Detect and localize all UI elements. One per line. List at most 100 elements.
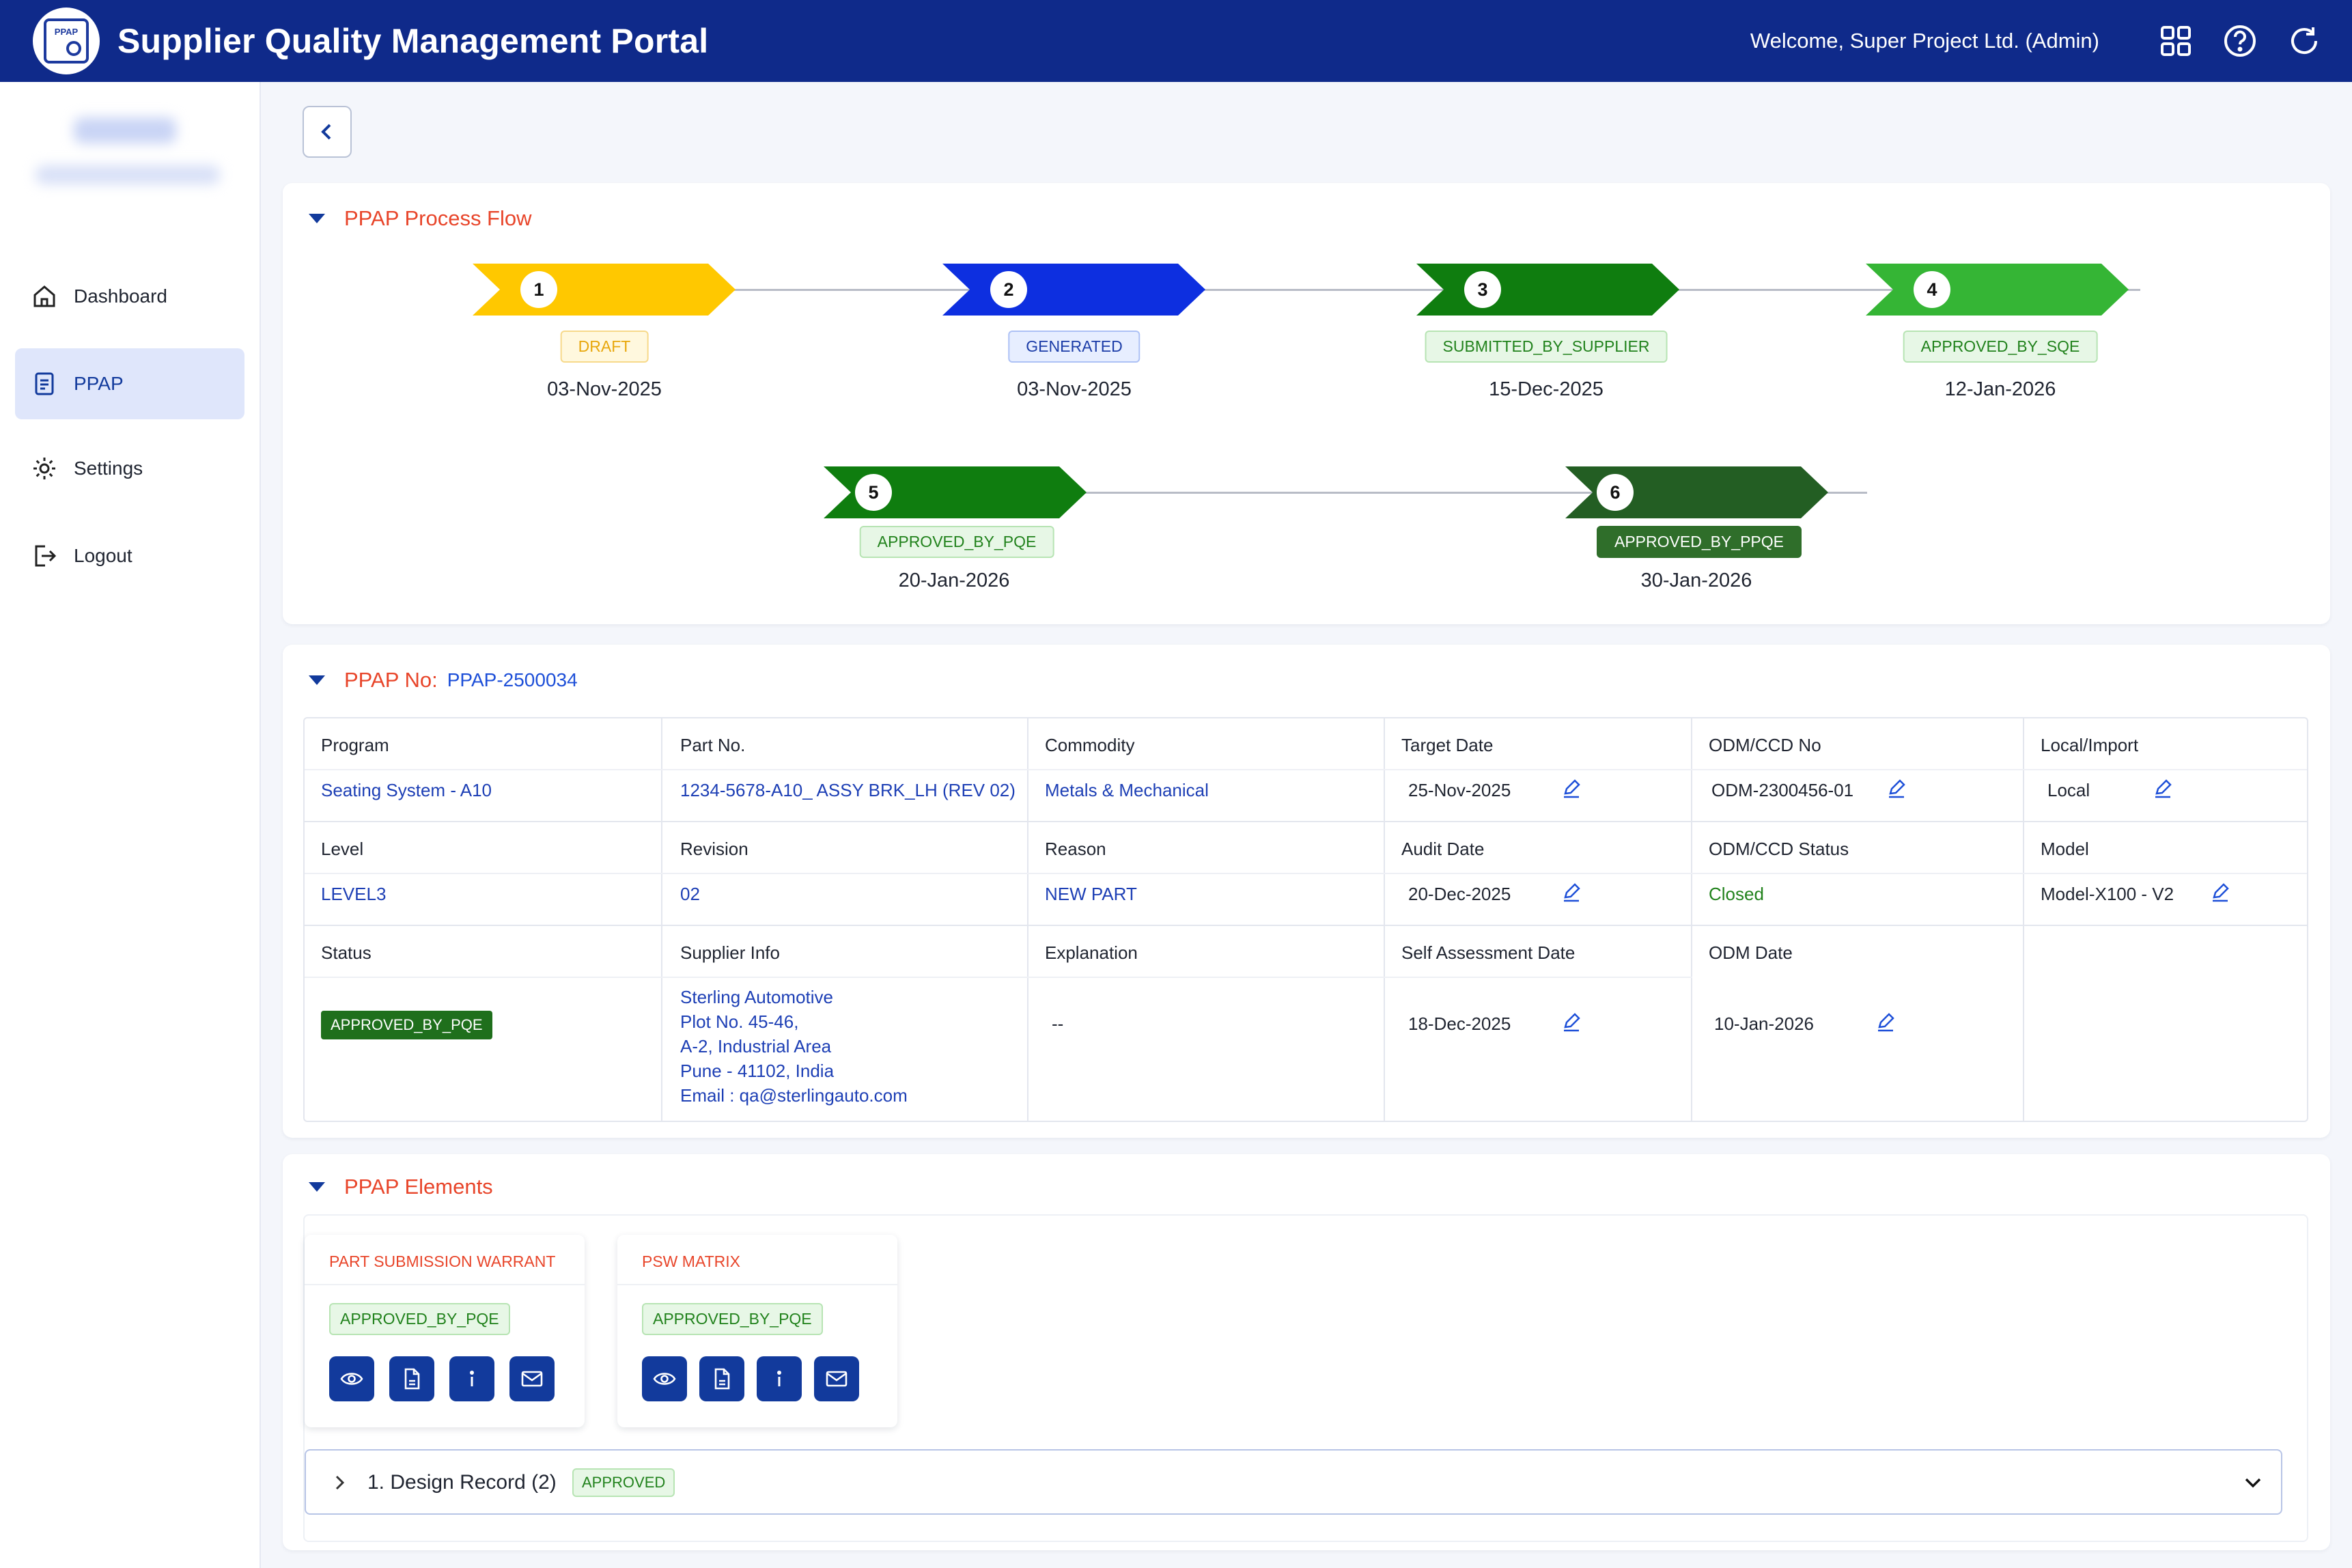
commodity-label: Commodity — [1045, 735, 1135, 755]
document-button[interactable] — [389, 1356, 434, 1401]
welcome-text: Welcome, Super Project Ltd. (Admin) — [1750, 29, 2099, 53]
sidebar-item-logout[interactable]: Logout — [15, 520, 244, 591]
ppap-details-table: Program Seating System - A10 Part No. 12… — [303, 717, 2308, 1122]
document-icon — [35, 372, 54, 395]
view-button[interactable] — [642, 1356, 687, 1401]
gear-icon — [33, 458, 55, 479]
ppap-elements-header[interactable]: PPAP Elements — [309, 1175, 493, 1199]
chevron-right-icon — [335, 1475, 345, 1490]
edit-icon[interactable] — [1561, 882, 1582, 903]
design-record-accordion[interactable]: 1. Design Record (2) APPROVED — [305, 1449, 2282, 1515]
caret-down-icon — [309, 214, 325, 223]
edit-icon[interactable] — [1561, 1012, 1582, 1033]
revision-label: Revision — [680, 839, 748, 859]
ppap-number: PPAP-2500034 — [447, 669, 578, 690]
model-label: Model — [2041, 839, 2089, 859]
step-date: 12-Jan-2026 — [1944, 378, 2056, 400]
accordion-status-badge: APPROVED — [572, 1468, 675, 1497]
edit-icon[interactable] — [2153, 779, 2173, 799]
part-no-value[interactable]: 1234-5678-A10_ ASSY BRK_LH (REV 02) — [680, 780, 1016, 801]
email-button[interactable] — [509, 1356, 555, 1401]
target-date-label: Target Date — [1401, 735, 1494, 755]
step-number: 6 — [1597, 474, 1634, 511]
commodity-value[interactable]: Metals & Mechanical — [1045, 780, 1209, 801]
step-chevron — [1416, 264, 1679, 316]
mail-icon — [521, 1371, 543, 1387]
step-date: 15-Dec-2025 — [1489, 378, 1604, 400]
grid-icon[interactable] — [2155, 20, 2196, 61]
part-no-label: Part No. — [680, 735, 746, 755]
app-logo: PPAP — [33, 8, 100, 74]
odm-date-label: ODM Date — [1709, 942, 1793, 963]
process-flow-header[interactable]: PPAP Process Flow — [309, 206, 532, 231]
self-assessment-date-label: Self Assessment Date — [1401, 942, 1576, 963]
eye-icon — [653, 1373, 676, 1385]
odm-ccd-no-label: ODM/CCD No — [1709, 735, 1821, 755]
element-card: PSW MATRIX APPROVED_BY_PQE — [617, 1235, 897, 1427]
view-button[interactable] — [329, 1356, 374, 1401]
supplier-address-line: Plot No. 45-46, — [680, 1011, 799, 1032]
column — [1028, 718, 1385, 1121]
status-badge: APPROVED_BY_PQE — [321, 1011, 492, 1039]
blurred-user-name — [74, 117, 176, 143]
step-number: 1 — [520, 271, 557, 308]
edit-icon[interactable] — [2210, 882, 2230, 903]
document-button[interactable] — [699, 1356, 744, 1401]
step-date: 30-Jan-2026 — [1640, 570, 1752, 591]
reason-label: Reason — [1045, 839, 1106, 859]
step-status-badge: DRAFT — [560, 331, 649, 363]
column — [305, 718, 662, 1121]
caret-down-icon — [309, 675, 325, 685]
logo-text: PPAP — [54, 26, 79, 37]
edit-icon[interactable] — [1561, 779, 1582, 799]
label-divider — [305, 769, 2307, 770]
label-divider — [305, 977, 1692, 978]
column — [1385, 718, 1692, 1121]
step-chevron — [942, 264, 1205, 316]
section-title: PPAP Elements — [344, 1175, 493, 1199]
self-assessment-date-value: 18-Dec-2025 — [1408, 1013, 1511, 1034]
home-icon — [33, 285, 55, 307]
edit-icon[interactable] — [1875, 1012, 1896, 1033]
section-title: PPAP Process Flow — [344, 206, 532, 230]
step-status-badge: APPROVED_BY_PQE — [859, 526, 1054, 558]
supplier-email[interactable]: Email : qa@sterlingauto.com — [680, 1083, 908, 1108]
process-flow-card: PPAP Process Flow 1 DRAFT 03-Nov-2025 2 … — [283, 183, 2330, 624]
back-button[interactable] — [303, 106, 352, 158]
reason-value: NEW PART — [1045, 884, 1137, 904]
program-value[interactable]: Seating System - A10 — [321, 780, 492, 801]
step-chevron — [1866, 264, 2129, 316]
sidebar-item-label: Settings — [74, 458, 143, 479]
chevron-left-icon — [321, 124, 331, 140]
program-label: Program — [321, 735, 389, 755]
sidebar-item-label: Logout — [74, 545, 132, 566]
level-label: Level — [321, 839, 364, 859]
ppap-no-label: PPAP No: — [344, 668, 438, 692]
refresh-icon[interactable] — [2284, 20, 2325, 61]
sidebar: Dashboard PPAP Settings Logout — [0, 82, 261, 1568]
sidebar-item-ppap[interactable]: PPAP — [15, 348, 244, 419]
logo-document-icon: PPAP — [44, 18, 89, 64]
sidebar-item-dashboard[interactable]: Dashboard — [15, 261, 244, 332]
chevron-down-icon — [2245, 1478, 2261, 1488]
edit-icon[interactable] — [1886, 779, 1907, 799]
help-icon[interactable] — [2220, 20, 2260, 61]
sidebar-item-settings[interactable]: Settings — [15, 433, 244, 504]
email-button[interactable] — [814, 1356, 859, 1401]
element-card: PART SUBMISSION WARRANT APPROVED_BY_PQE — [305, 1235, 585, 1427]
info-icon — [777, 1371, 781, 1386]
explanation-label: Explanation — [1045, 942, 1138, 963]
step-status-badge: APPROVED_BY_SQE — [1903, 331, 2098, 363]
info-button[interactable] — [757, 1356, 802, 1401]
column — [1692, 718, 2024, 1121]
element-title: PSW MATRIX — [642, 1252, 740, 1270]
model-value: Model-X100 - V2 — [2041, 884, 2174, 904]
info-icon — [470, 1371, 474, 1386]
caret-down-icon — [309, 1182, 325, 1192]
step-chevron — [473, 264, 736, 316]
step-number: 5 — [855, 474, 892, 511]
info-button[interactable] — [449, 1356, 494, 1401]
top-header: PPAP Supplier Quality Management Portal … — [0, 0, 2352, 82]
odm-ccd-no-value: ODM-2300456-01 — [1711, 780, 1854, 800]
ppap-details-header[interactable]: PPAP No: PPAP-2500034 — [309, 668, 578, 692]
